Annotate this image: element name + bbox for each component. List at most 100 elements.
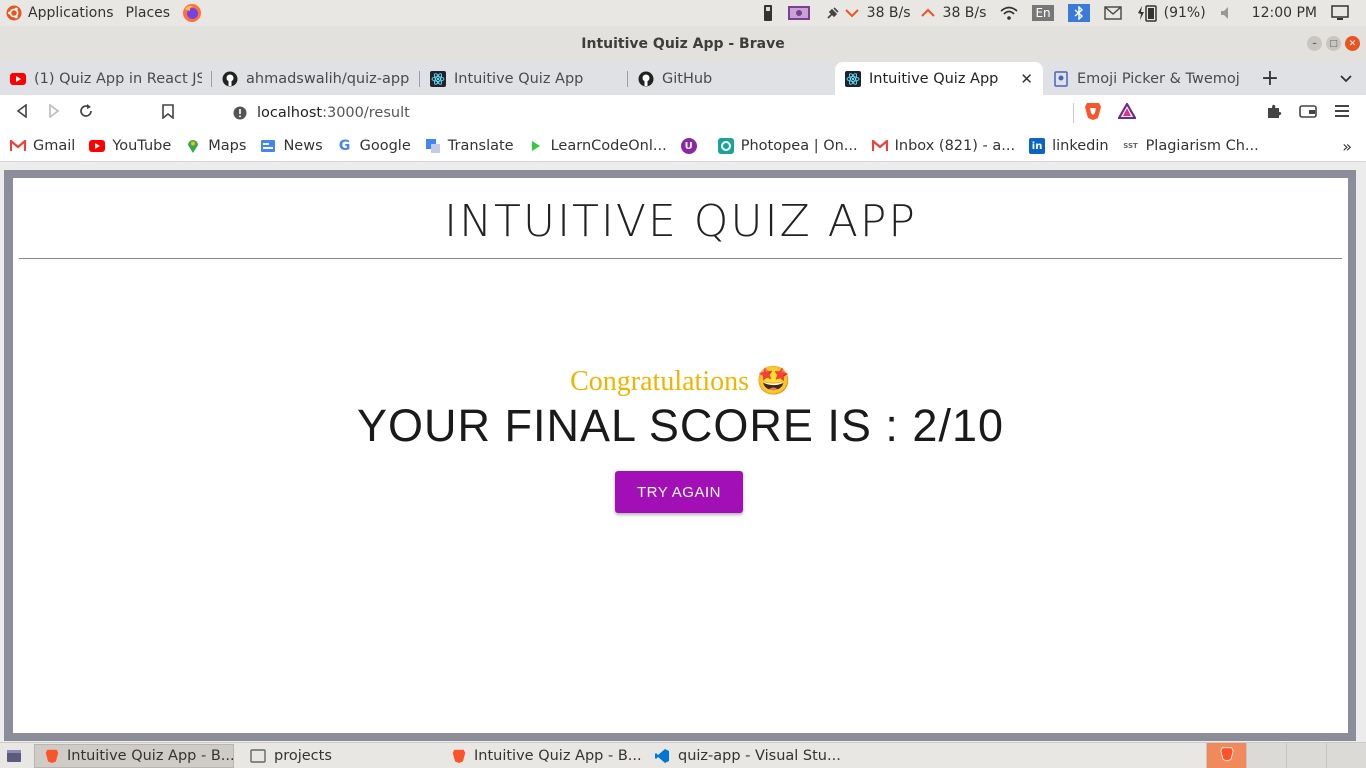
bluetooth-indicator[interactable] — [1061, 0, 1097, 26]
bookmark-plagiarism[interactable]: SST Plagiarism Ch... — [1123, 138, 1259, 154]
title-divider — [19, 258, 1342, 259]
tab-search-button[interactable] — [1326, 62, 1366, 95]
keyboard-layout-label: En — [1032, 5, 1054, 21]
try-again-button[interactable]: TRY AGAIN — [615, 471, 743, 513]
show-desktop-button[interactable] — [0, 744, 28, 768]
brave-shields-button[interactable] — [1077, 97, 1109, 129]
bookmark-learncode[interactable]: LearnCodeOnl... — [528, 138, 667, 154]
minimize-button[interactable]: – — [1307, 36, 1322, 51]
bookmark-label: Google — [359, 138, 411, 154]
sst-icon: SST — [1123, 142, 1138, 150]
bookmark-gmail[interactable]: Gmail — [10, 138, 75, 154]
folder-icon — [250, 748, 266, 764]
bluetooth-icon — [1067, 4, 1090, 22]
forward-button[interactable] — [38, 97, 70, 129]
tab-youtube-quiz[interactable]: (1) Quiz App in React JS w — [0, 62, 212, 95]
bookmark-linkedin[interactable]: in linkedin — [1029, 138, 1109, 154]
volume-indicator[interactable] — [1213, 0, 1245, 26]
bookmark-label: linkedin — [1052, 138, 1109, 154]
taskbar-brave-1[interactable]: Intuitive Quiz App - B... — [34, 743, 235, 768]
bookmark-label: Gmail — [33, 138, 76, 154]
bookmark-label: Photopea | On... — [740, 138, 858, 154]
extensions-button[interactable] — [1258, 97, 1290, 129]
tab-emoji-picker[interactable]: Emoji Picker & Twemoji [ — [1043, 62, 1251, 95]
places-menu[interactable]: Places — [120, 0, 177, 26]
bookmark-news[interactable]: News — [260, 138, 323, 154]
play-icon — [528, 138, 544, 154]
bookmark-label: Plagiarism Ch... — [1145, 138, 1259, 154]
github-icon — [222, 71, 238, 87]
bookmark-photopea[interactable]: Photopea | On... — [717, 138, 858, 154]
youtube-icon — [89, 138, 106, 154]
tab-label: Emoji Picker & Twemoji [ — [1077, 70, 1241, 87]
reload-button[interactable] — [70, 97, 102, 129]
doc-icon — [1053, 70, 1069, 87]
plug-icon — [825, 5, 841, 21]
app-title: INTUITIVE QUIZ APP — [444, 196, 917, 247]
wallet-button[interactable] — [1292, 97, 1324, 129]
session-indicator[interactable] — [1324, 0, 1356, 26]
bookmark-label: YouTube — [112, 138, 172, 154]
bookmark-u[interactable]: U — [680, 138, 704, 154]
google-icon: G — [338, 138, 351, 154]
battery-indicator[interactable]: (91%) — [1129, 0, 1213, 26]
workspace-1[interactable] — [1206, 743, 1246, 768]
close-tab-icon[interactable]: ✕ — [1012, 70, 1033, 88]
main-menu-button[interactable] — [1326, 97, 1358, 129]
bookmark-inbox[interactable]: Inbox (821) - a... — [871, 138, 1015, 154]
bookmark-translate[interactable]: Translate — [425, 138, 514, 154]
workspace-3[interactable] — [1286, 743, 1326, 768]
brave-lion-icon — [1084, 101, 1102, 125]
usb-indicator[interactable] — [756, 0, 780, 26]
bottom-taskbar: Intuitive Quiz App - B... projects Intui… — [0, 742, 1366, 768]
clock[interactable]: 12:00 PM — [1245, 0, 1324, 26]
bookmark-label: News — [283, 138, 323, 154]
tab-label: Intuitive Quiz App — [454, 70, 584, 87]
keyboard-layout-indicator[interactable]: En — [1025, 0, 1060, 26]
github-icon — [638, 71, 654, 87]
workspace-2[interactable] — [1246, 743, 1286, 768]
url-host: localhost — [257, 105, 323, 121]
bookmark-label: LearnCodeOnl... — [550, 138, 667, 154]
wifi-indicator[interactable] — [993, 0, 1025, 26]
double-chevron-right-icon: » — [1342, 136, 1352, 156]
tab-quiz-app-active[interactable]: Intuitive Quiz App ✕ — [835, 62, 1043, 95]
desktop-icon — [6, 748, 22, 764]
bookmark-page-button[interactable] — [152, 97, 184, 129]
bookmark-youtube[interactable]: YouTube — [89, 138, 171, 154]
bookmark-google[interactable]: G Google — [337, 138, 411, 154]
news-icon — [260, 138, 276, 154]
screen-recorder-indicator[interactable] — [780, 0, 818, 26]
mail-indicator[interactable] — [1097, 0, 1129, 26]
brave-icon — [452, 748, 466, 764]
close-window-button[interactable]: ✕ — [1345, 36, 1360, 51]
taskbar-vscode[interactable]: quiz-app - Visual Stu... — [644, 744, 841, 768]
hamburger-menu-icon — [1335, 105, 1349, 121]
more-bookmarks-button[interactable]: » — [1342, 137, 1352, 156]
envelope-icon — [1103, 6, 1122, 20]
tab-github-repo[interactable]: ahmadswalih/quiz-app: Ir — [212, 62, 420, 95]
bookmark-maps[interactable]: Maps — [185, 138, 246, 154]
back-arrow-icon — [16, 103, 28, 122]
maximize-button[interactable]: □ — [1326, 36, 1341, 51]
task-label: projects — [274, 747, 332, 764]
taskbar-projects[interactable]: projects — [240, 744, 436, 768]
back-button[interactable] — [6, 97, 38, 129]
task-label: quiz-app - Visual Stu... — [678, 747, 841, 764]
places-label: Places — [125, 5, 171, 21]
brave-rewards-button[interactable] — [1111, 97, 1143, 129]
firefox-launcher[interactable] — [176, 0, 208, 26]
workspace-4[interactable] — [1326, 743, 1366, 768]
tab-strip: (1) Quiz App in React JS w ahmadswalih/q… — [0, 62, 1366, 95]
network-speed-indicator[interactable]: 38 B/s 38 B/s — [818, 0, 994, 26]
url-path: :3000/result — [322, 105, 410, 121]
address-bar[interactable]: localhost:3000/result — [221, 97, 1143, 129]
tab-quiz-app-1[interactable]: Intuitive Quiz App — [420, 62, 628, 95]
taskbar-brave-2[interactable]: Intuitive Quiz App - B... — [442, 744, 642, 768]
tab-github[interactable]: GitHub — [628, 62, 835, 95]
applications-menu[interactable]: Applications — [0, 0, 120, 26]
forward-arrow-icon — [48, 103, 60, 122]
window-titlebar: Intuitive Quiz App - Brave – □ ✕ — [0, 26, 1366, 62]
tab-label: Intuitive Quiz App — [869, 70, 999, 87]
new-tab-button[interactable]: + — [1251, 62, 1289, 95]
